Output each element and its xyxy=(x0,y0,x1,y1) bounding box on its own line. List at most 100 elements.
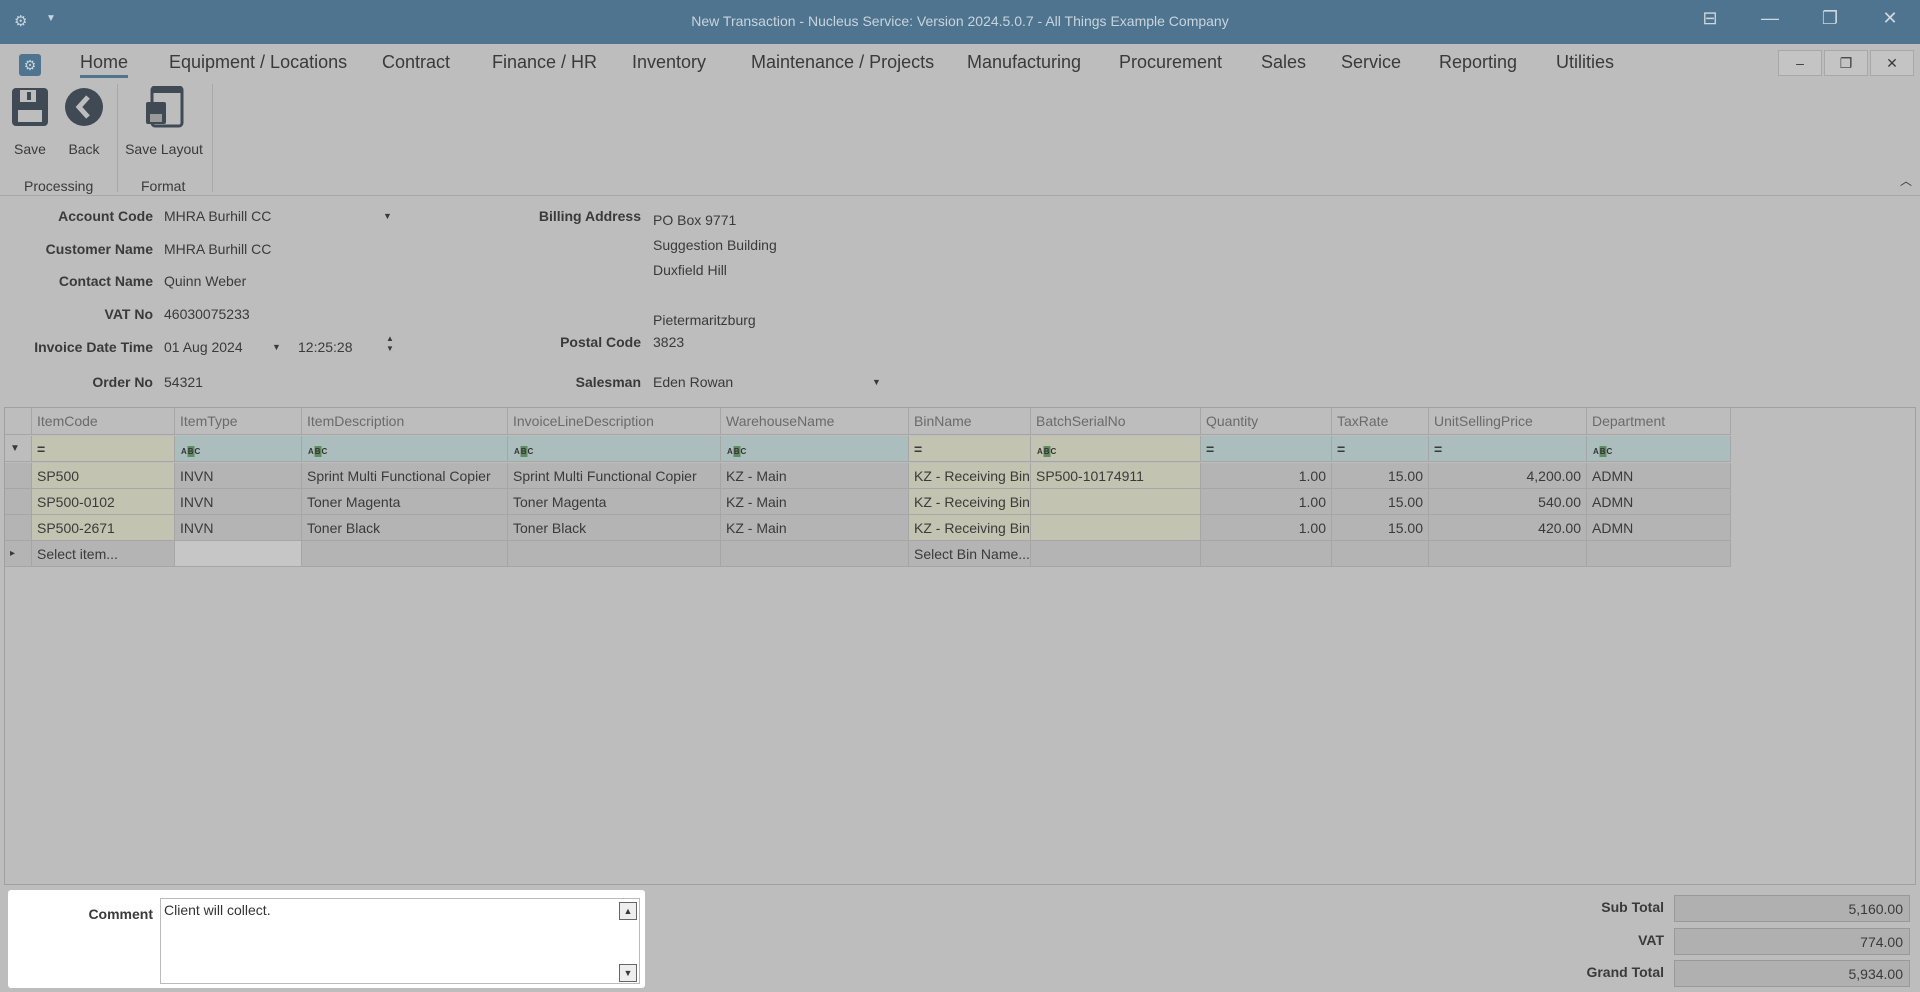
filter-cell[interactable]: = xyxy=(32,436,175,462)
new-row-cell[interactable] xyxy=(175,541,302,567)
column-header[interactable]: ItemDescription xyxy=(302,408,508,435)
column-header[interactable]: WarehouseName xyxy=(721,408,909,435)
postal-code-field[interactable]: 3823 xyxy=(653,334,684,350)
filter-cell[interactable]: ABC xyxy=(721,436,909,462)
grid-cell[interactable]: 1.00 xyxy=(1201,489,1332,515)
grid-cell[interactable]: 4,200.00 xyxy=(1429,463,1587,489)
row-indicator[interactable] xyxy=(5,463,32,489)
grid-cell[interactable]: 540.00 xyxy=(1429,489,1587,515)
column-header[interactable]: UnitSellingPrice xyxy=(1429,408,1587,435)
select-item-cell[interactable]: Select item... xyxy=(32,541,175,567)
salesman-field[interactable]: Eden Rowan xyxy=(653,374,733,390)
grid-cell[interactable]: KZ - Main xyxy=(721,463,909,489)
grid-cell[interactable]: 1.00 xyxy=(1201,463,1332,489)
billing-address-field[interactable]: PO Box 9771 Suggestion Building Duxfield… xyxy=(653,208,777,333)
grid-cell[interactable]: KZ - Receiving Bin xyxy=(909,463,1031,489)
grid-cell[interactable]: KZ - Main xyxy=(721,489,909,515)
tab-service[interactable]: Service xyxy=(1341,52,1401,73)
grid-cell[interactable]: 15.00 xyxy=(1332,489,1429,515)
grid-cell[interactable]: 15.00 xyxy=(1332,463,1429,489)
tab-procurement[interactable]: Procurement xyxy=(1119,52,1222,73)
account-code-field[interactable]: MHRA Burhill CC xyxy=(164,208,396,224)
scroll-down-button[interactable]: ▼ xyxy=(619,964,637,982)
save-layout-button[interactable]: Save Layout xyxy=(124,85,204,157)
grid-cell[interactable]: KZ - Main xyxy=(721,515,909,541)
column-header[interactable]: BatchSerialNo xyxy=(1031,408,1201,435)
layout-icon[interactable]: ⊟ xyxy=(1690,8,1730,36)
grid-cell[interactable]: INVN xyxy=(175,515,302,541)
tab-contract[interactable]: Contract xyxy=(382,52,450,73)
grid-cell[interactable]: Toner Magenta xyxy=(508,489,721,515)
column-header[interactable]: TaxRate xyxy=(1332,408,1429,435)
grid-cell[interactable] xyxy=(1031,515,1201,541)
app-menu-icon[interactable]: ⚙ xyxy=(19,54,41,76)
chevron-down-icon[interactable]: ▼ xyxy=(383,211,392,221)
filter-cell[interactable]: ABC xyxy=(302,436,508,462)
grid-cell[interactable]: 1.00 xyxy=(1201,515,1332,541)
tab-home[interactable]: Home xyxy=(80,52,129,78)
column-header[interactable]: Department xyxy=(1587,408,1731,435)
chevron-down-icon[interactable]: ▼ xyxy=(872,377,881,387)
grid-cell[interactable]: Toner Magenta xyxy=(302,489,508,515)
new-row-cell[interactable] xyxy=(1587,541,1731,567)
minimize-button[interactable]: — xyxy=(1750,8,1790,36)
grid-cell[interactable]: INVN xyxy=(175,489,302,515)
order-no-field[interactable]: 54321 xyxy=(164,374,203,390)
new-row-cell[interactable] xyxy=(508,541,721,567)
column-header[interactable]: BinName xyxy=(909,408,1031,435)
tab-finance-hr[interactable]: Finance / HR xyxy=(492,52,597,73)
new-row-indicator[interactable]: ▸ xyxy=(5,541,32,567)
filter-cell[interactable]: ABC xyxy=(1587,436,1731,462)
save-button[interactable]: Save xyxy=(10,86,50,157)
grid-cell[interactable]: KZ - Receiving Bin xyxy=(909,489,1031,515)
grid-cell[interactable]: 420.00 xyxy=(1429,515,1587,541)
row-indicator[interactable] xyxy=(5,515,32,541)
tab-utilities[interactable]: Utilities xyxy=(1556,52,1614,73)
time-spinner-icon[interactable]: ▲ ▼ xyxy=(386,334,394,354)
select-bin-cell[interactable]: Select Bin Name... xyxy=(909,541,1031,567)
grid-cell[interactable]: SP500-2671 xyxy=(32,515,175,541)
grid-cell[interactable]: ADMN xyxy=(1587,489,1731,515)
grid-cell[interactable] xyxy=(1031,489,1201,515)
grid-cell[interactable]: SP500-10174911 xyxy=(1031,463,1201,489)
filter-cell[interactable]: = xyxy=(1201,436,1332,462)
vat-no-field[interactable]: 46030075233 xyxy=(164,306,250,322)
filter-cell[interactable]: = xyxy=(1332,436,1429,462)
grid-cell[interactable]: SP500 xyxy=(32,463,175,489)
customer-name-field[interactable]: MHRA Burhill CC xyxy=(164,241,271,257)
grid-cell[interactable]: 15.00 xyxy=(1332,515,1429,541)
grid-cell[interactable]: Sprint Multi Functional Copier xyxy=(508,463,721,489)
new-row-cell[interactable] xyxy=(1332,541,1429,567)
close-button[interactable]: ✕ xyxy=(1870,8,1910,36)
mdi-minimize-button[interactable]: – xyxy=(1778,50,1822,76)
new-row-cell[interactable] xyxy=(1201,541,1332,567)
grid-cell[interactable]: Sprint Multi Functional Copier xyxy=(302,463,508,489)
chevron-down-icon[interactable]: ▼ xyxy=(272,342,281,352)
tab-maintenance-projects[interactable]: Maintenance / Projects xyxy=(751,52,934,73)
grid-cell[interactable]: ADMN xyxy=(1587,463,1731,489)
scroll-up-button[interactable]: ▲ xyxy=(619,902,637,920)
filter-cell[interactable]: ABC xyxy=(508,436,721,462)
invoice-date-field[interactable]: 01 Aug 2024 xyxy=(164,339,243,355)
invoice-time-field[interactable]: 12:25:28 xyxy=(298,339,353,355)
new-row-cell[interactable] xyxy=(302,541,508,567)
tab-equipment-locations[interactable]: Equipment / Locations xyxy=(169,52,347,73)
new-row-cell[interactable] xyxy=(721,541,909,567)
mdi-restore-button[interactable]: ❐ xyxy=(1824,50,1868,76)
filter-icon[interactable]: ▼ xyxy=(5,436,32,462)
filter-cell[interactable]: = xyxy=(1429,436,1587,462)
grid-cell[interactable]: KZ - Receiving Bin xyxy=(909,515,1031,541)
restore-button[interactable]: ❐ xyxy=(1810,8,1850,36)
new-row-cell[interactable] xyxy=(1031,541,1201,567)
grid-cell[interactable]: ADMN xyxy=(1587,515,1731,541)
tab-reporting[interactable]: Reporting xyxy=(1439,52,1517,73)
filter-cell[interactable]: ABC xyxy=(1031,436,1201,462)
filter-cell[interactable]: = xyxy=(909,436,1031,462)
grid-cell[interactable]: INVN xyxy=(175,463,302,489)
row-indicator[interactable] xyxy=(5,489,32,515)
column-header[interactable]: ItemType xyxy=(175,408,302,435)
new-row-cell[interactable] xyxy=(1429,541,1587,567)
column-header[interactable]: Quantity xyxy=(1201,408,1332,435)
grid-cell[interactable]: Toner Black xyxy=(302,515,508,541)
column-header[interactable]: ItemCode xyxy=(32,408,175,435)
